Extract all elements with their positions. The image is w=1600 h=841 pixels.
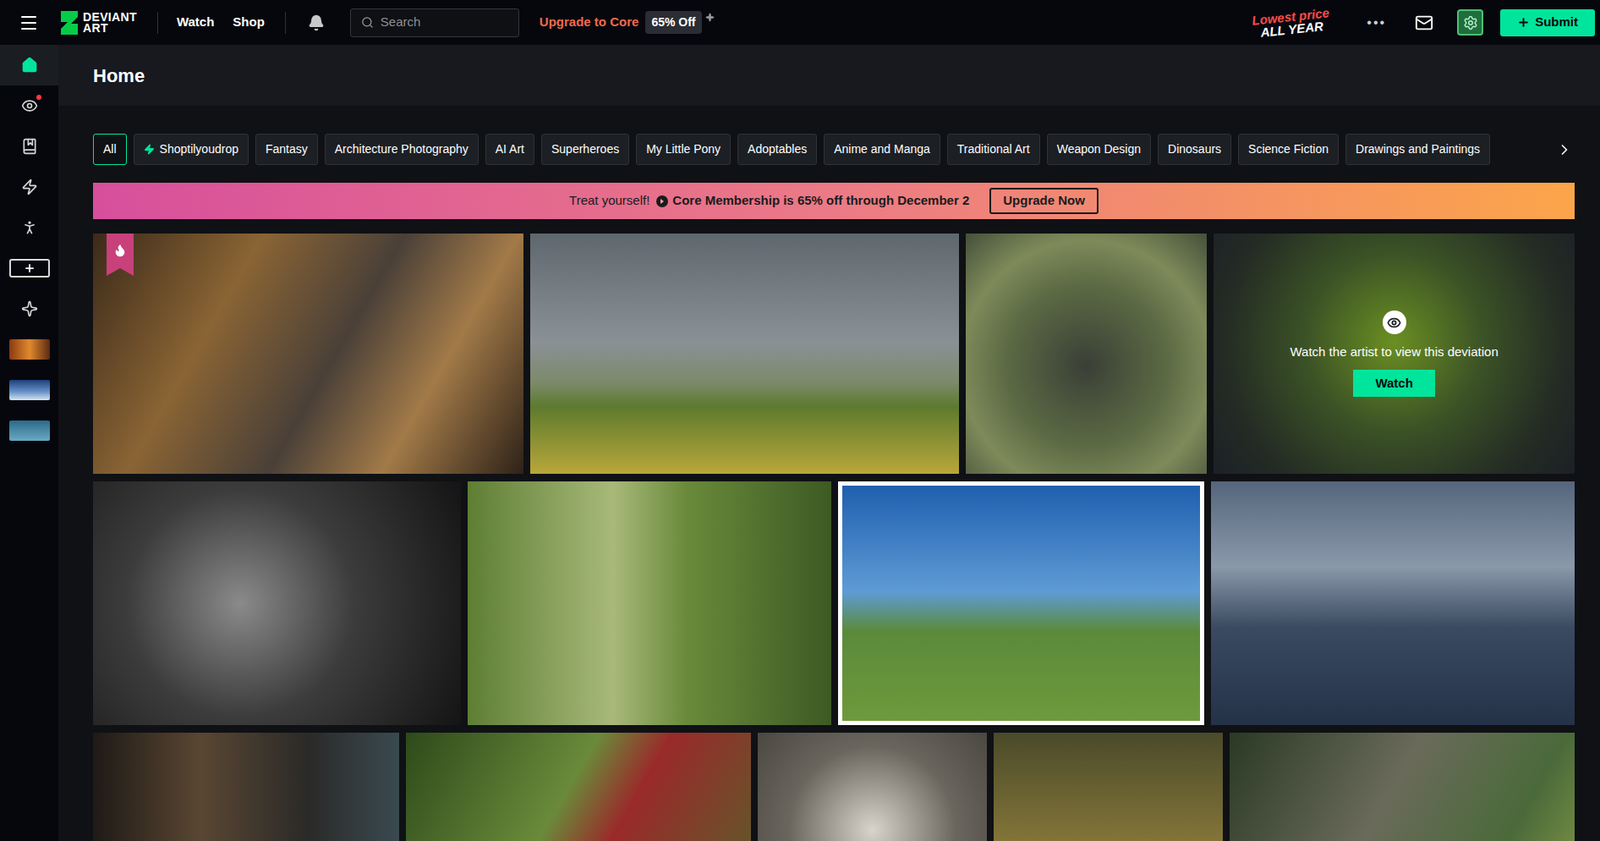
create-button: [9, 258, 50, 278]
category-bar: AllShoptilyoudropFantasyArchitecture Pho…: [93, 133, 1575, 165]
category-chip[interactable]: Anime and Manga: [823, 133, 941, 165]
core-coin-icon: [656, 195, 669, 208]
collections-icon: [21, 137, 39, 155]
deviation-card[interactable]: [838, 481, 1205, 725]
plus-icon: [1517, 16, 1530, 29]
gallery-row: [93, 732, 1575, 841]
hot-badge: [106, 233, 134, 276]
messages-button[interactable]: [1414, 13, 1434, 33]
discount-badge: 65% Off: [645, 10, 702, 34]
search-icon: [361, 16, 374, 29]
gallery-row: Watch the artist to view this deviationW…: [93, 233, 1575, 474]
deviation-card[interactable]: Watch the artist to view this deviationW…: [1213, 233, 1575, 474]
gallery: Watch the artist to view this deviationW…: [93, 233, 1575, 841]
upgrade-now-button[interactable]: Upgrade Now: [989, 187, 1099, 214]
eye-badge: [1382, 310, 1407, 335]
page-header: Home: [58, 44, 1600, 106]
category-chip[interactable]: Science Fiction: [1238, 133, 1339, 165]
deviation-card[interactable]: [1210, 481, 1575, 725]
deviation-card[interactable]: [93, 732, 400, 841]
sidebar-item[interactable]: [0, 328, 59, 370]
deviation-card[interactable]: [405, 732, 751, 841]
sidebar-thumbnail: [9, 379, 50, 400]
eye-icon: [1386, 315, 1402, 330]
category-chip[interactable]: Architecture Photography: [324, 133, 479, 165]
promo-badge[interactable]: Lowest priceALL YEAR: [1243, 5, 1337, 40]
daily-icon: [21, 219, 39, 236]
category-chip[interactable]: My Little Pony: [635, 133, 731, 165]
deviation-card[interactable]: [757, 732, 988, 841]
sparkle-icon: [705, 12, 715, 22]
sidebar-thumbnail: [9, 420, 50, 441]
sidebar-item[interactable]: [0, 166, 59, 208]
divider: [284, 11, 286, 34]
sidebar-item[interactable]: [0, 288, 59, 329]
main-content: Home AllShoptilyoudropFantasyArchitecture…: [58, 44, 1600, 841]
bolt-icon: [143, 143, 155, 155]
search-field[interactable]: Search: [350, 8, 520, 38]
category-chip[interactable]: Fantasy: [255, 133, 318, 165]
category-chip[interactable]: Dinosaurs: [1157, 133, 1232, 165]
watch-button[interactable]: Watch: [1353, 369, 1435, 397]
deviation-card[interactable]: [530, 233, 960, 474]
deviation-card[interactable]: [93, 481, 461, 725]
deviation-card[interactable]: [93, 233, 524, 474]
mail-icon: [1414, 13, 1434, 33]
sidebar: [0, 44, 59, 841]
deviation-card[interactable]: [467, 481, 832, 725]
avatar[interactable]: [1457, 9, 1484, 36]
bell-icon: [307, 14, 325, 32]
deviation-card[interactable]: [965, 233, 1207, 474]
locked-overlay: Watch the artist to view this deviationW…: [1213, 233, 1575, 474]
more-button[interactable]: •••: [1366, 12, 1387, 33]
notifications-button[interactable]: [307, 14, 325, 32]
category-chip[interactable]: Shoptilyoudrop: [133, 133, 249, 165]
sidebar-thumbnail: [9, 339, 50, 360]
sidebar-item[interactable]: [0, 247, 59, 289]
watch-icon: [21, 97, 39, 115]
ai-icon: [21, 300, 39, 318]
promo-banner: Treat yourself!Core Membership is 65% of…: [93, 182, 1575, 220]
flame-icon: [113, 243, 127, 258]
deviantart-logo-icon: [60, 10, 78, 35]
scroll-right-button[interactable]: [1554, 133, 1575, 165]
category-chip[interactable]: Drawings and Paintings: [1345, 133, 1491, 165]
deviation-card[interactable]: [1229, 732, 1575, 841]
logo[interactable]: DEVIANTART: [60, 10, 137, 35]
sidebar-item[interactable]: [0, 85, 59, 127]
home-icon: [21, 56, 39, 74]
nav-link[interactable]: Shop: [232, 12, 265, 33]
category-chip[interactable]: Traditional Art: [947, 133, 1041, 165]
sidebar-item[interactable]: [0, 44, 59, 86]
submit-button[interactable]: Submit: [1500, 9, 1595, 37]
sidebar-item[interactable]: [0, 369, 59, 411]
sidebar-item[interactable]: [0, 207, 59, 248]
plus-icon: [23, 262, 36, 274]
menu-button[interactable]: [18, 12, 39, 33]
category-chip[interactable]: AI Art: [485, 133, 535, 165]
app: DEVIANTART Watch Shop Search Upgrade to Core…: [0, 0, 1600, 841]
category-chip[interactable]: Weapon Design: [1046, 133, 1151, 165]
nav-link[interactable]: Watch: [176, 12, 214, 33]
category-chip[interactable]: Superheroes: [541, 133, 630, 165]
upgrade-link[interactable]: Upgrade to Core: [539, 12, 640, 33]
sidebar-item[interactable]: [0, 410, 59, 451]
chevron-right-icon: [1556, 141, 1573, 159]
category-chip[interactable]: Adoptables: [737, 133, 817, 165]
shop-icon: [21, 178, 39, 196]
category-chip[interactable]: All: [93, 133, 127, 165]
avatar-icon: [1463, 15, 1479, 31]
gallery-row: [93, 481, 1575, 725]
deviation-card[interactable]: [993, 732, 1223, 841]
sidebar-item[interactable]: [0, 126, 59, 167]
hamburger-icon: [18, 12, 39, 33]
top-bar: DEVIANTART Watch Shop Search Upgrade to Core…: [0, 0, 1600, 45]
divider: [157, 11, 159, 34]
notification-dot: [36, 94, 42, 100]
